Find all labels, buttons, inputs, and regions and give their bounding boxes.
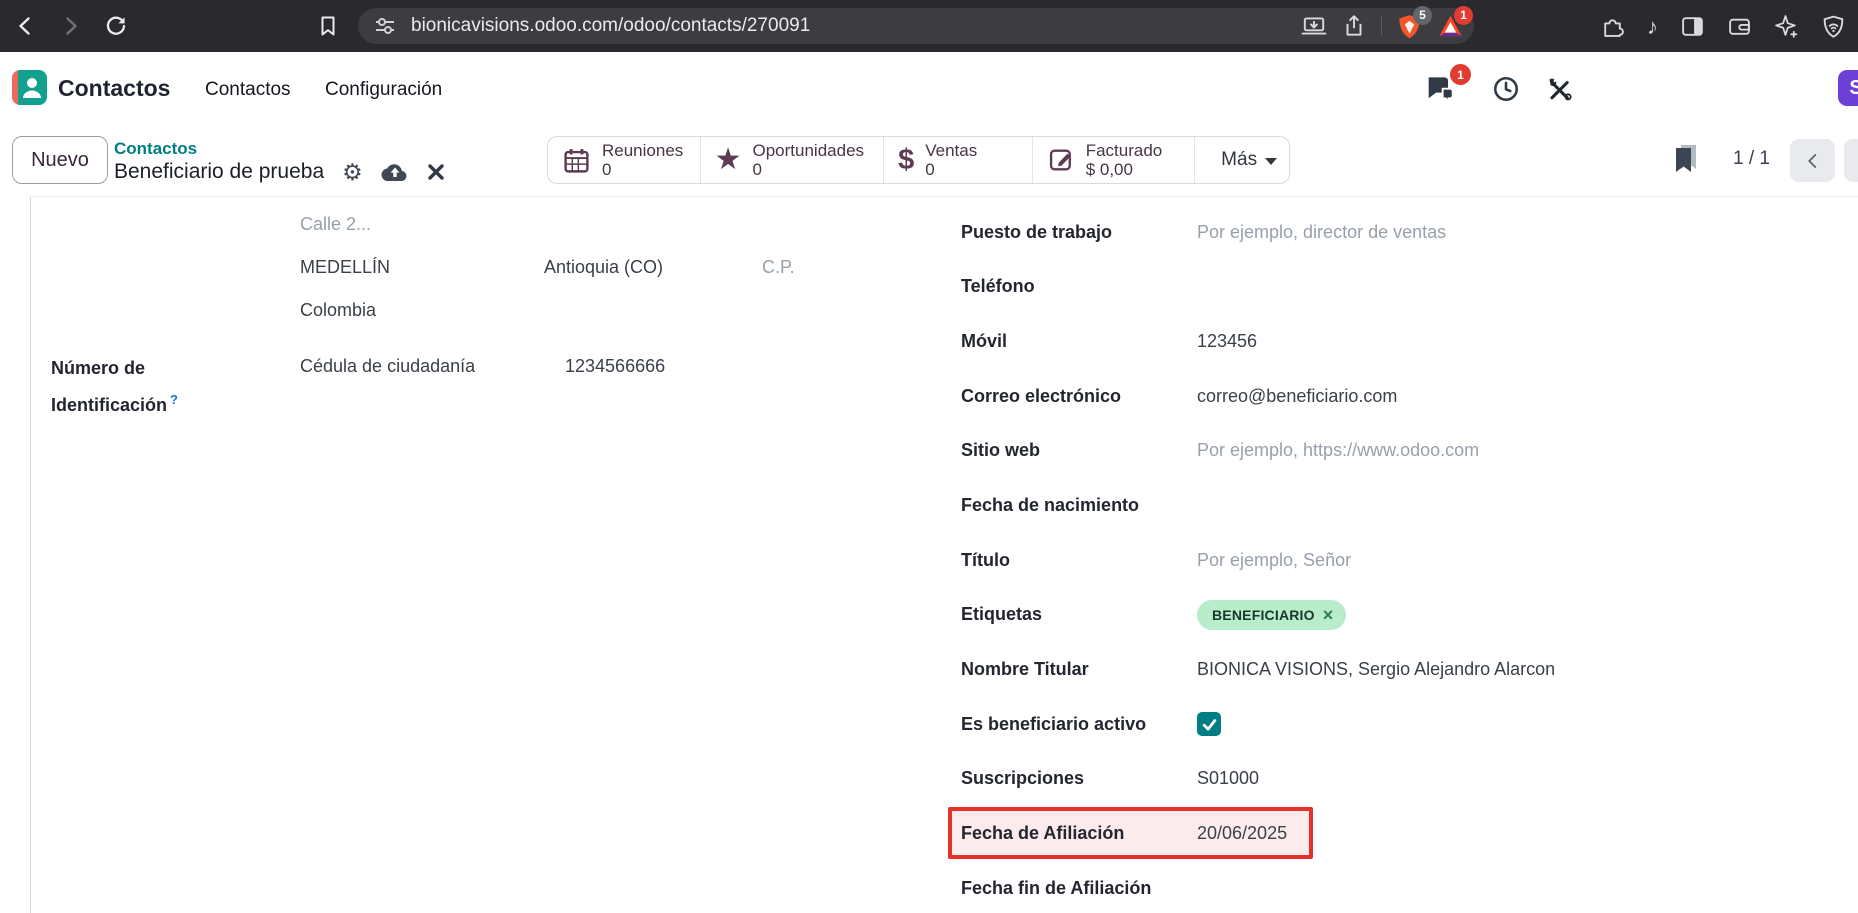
email-field[interactable]: correo@beneficiario.com: [1197, 386, 1397, 407]
gear-icon[interactable]: ⚙: [342, 161, 363, 184]
odoo-app-bar: Contactos Contactos Configuración 1 Fund…: [0, 52, 1858, 125]
site-settings-icon[interactable]: [373, 14, 397, 38]
field-row-title: Título Por ejemplo, Señor: [948, 533, 1848, 588]
id-number-field[interactable]: 1234566666: [565, 356, 665, 377]
activities-clock-icon[interactable]: [1492, 75, 1520, 103]
brave-shield-icon[interactable]: 5: [1396, 13, 1423, 40]
new-button[interactable]: Nuevo: [12, 136, 108, 184]
pager-count: 1 / 1: [1733, 148, 1770, 170]
extensions-icon[interactable]: [1600, 14, 1625, 39]
more-button[interactable]: Más: [1195, 137, 1289, 183]
id-number-label: Número de Identificación?: [51, 352, 178, 421]
check-icon: [1201, 716, 1218, 733]
breadcrumb-parent[interactable]: Contactos: [114, 139, 197, 159]
job-field[interactable]: Por ejemplo, director de ventas: [1197, 222, 1446, 243]
affiliation-date-highlight: Fecha de Afiliación 20/06/2025: [948, 807, 1313, 859]
street-field[interactable]: Calle 2...: [300, 214, 371, 235]
url-bar[interactable]: bionicavisions.odoo.com/odoo/contacts/27…: [358, 8, 1474, 44]
app-title: Contactos: [58, 75, 170, 102]
user-avatar[interactable]: S: [1838, 70, 1858, 106]
stat-oportunidades[interactable]: ★ Oportunidades 0: [701, 137, 885, 183]
field-row-affiliation-end-date: Fecha fin de Afiliación: [948, 861, 1848, 913]
country-field[interactable]: Colombia: [300, 300, 376, 321]
stat-button-group: Reuniones 0 ★ Oportunidades 0 $ Ventas 0: [547, 136, 1290, 184]
tag-remove-icon[interactable]: ×: [1323, 606, 1334, 624]
brave-rewards-icon[interactable]: 1: [1437, 13, 1464, 40]
zip-field[interactable]: C.P.: [762, 257, 795, 278]
back-icon[interactable]: [14, 14, 38, 38]
field-row-subscriptions: Suscripciones S01000: [948, 751, 1848, 806]
stat-facturado[interactable]: Facturado $ 0,00: [1033, 137, 1196, 183]
city-field[interactable]: MEDELLÍN: [300, 257, 390, 278]
field-row-website: Sitio web Por ejemplo, https://www.odoo.…: [948, 424, 1848, 479]
field-row-mobile: Móvil 123456: [948, 314, 1848, 369]
share-icon[interactable]: [1341, 13, 1367, 39]
field-row-phone: Teléfono: [948, 260, 1848, 315]
invoice-icon: [1047, 146, 1075, 174]
record-title[interactable]: Beneficiario de prueba: [114, 160, 324, 184]
browser-toolbar: bionicavisions.odoo.com/odoo/contacts/27…: [0, 0, 1858, 52]
mobile-field[interactable]: 123456: [1197, 331, 1257, 352]
field-row-holder-name: Nombre Titular BIONICA VISIONS, Sergio A…: [948, 642, 1848, 697]
send-to-device-icon[interactable]: [1301, 13, 1327, 39]
menu-contactos[interactable]: Contactos: [205, 79, 291, 101]
pager-previous-button[interactable]: [1790, 139, 1835, 182]
pill-divider: [1381, 16, 1382, 36]
reload-icon[interactable]: [104, 14, 128, 38]
pager-next-button[interactable]: [1844, 139, 1858, 182]
tag-beneficiario[interactable]: BENEFICIARIO ×: [1197, 600, 1346, 630]
bookmark-icon[interactable]: [316, 14, 340, 38]
star-icon: ★: [715, 145, 742, 175]
calendar-icon: [562, 146, 591, 175]
field-row-job: Puesto de trabajo Por ejemplo, director …: [948, 205, 1848, 260]
sidebar-icon[interactable]: [1680, 14, 1705, 39]
media-control-icon[interactable]: ♪: [1647, 15, 1658, 39]
contacts-app-icon[interactable]: [12, 70, 47, 105]
rewards-badge: 1: [1454, 6, 1473, 25]
active-beneficiary-checkbox[interactable]: [1197, 712, 1221, 736]
field-row-tags: Etiquetas BENEFICIARIO ×: [948, 587, 1848, 642]
forward-icon[interactable]: [58, 14, 82, 38]
stat-ventas[interactable]: $ Ventas 0: [884, 137, 1033, 183]
field-row-affiliation-date: Fecha de Afiliación 20/06/2025: [948, 806, 1848, 861]
url-text[interactable]: bionicavisions.odoo.com/odoo/contacts/27…: [411, 15, 810, 37]
shield-badge: 5: [1413, 6, 1432, 25]
chevron-down-icon: [1265, 158, 1277, 165]
vpn-shield-icon[interactable]: [1821, 14, 1846, 39]
dollar-icon: $: [898, 146, 914, 175]
cloud-upload-icon[interactable]: [381, 161, 409, 183]
id-type-select[interactable]: Cédula de ciudadanía: [300, 356, 475, 377]
favorite-bookmark-icon[interactable]: [1672, 143, 1700, 173]
menu-configuracion[interactable]: Configuración: [325, 79, 442, 101]
field-row-birthdate: Fecha de nacimiento: [948, 478, 1848, 533]
leo-ai-icon[interactable]: [1774, 14, 1799, 39]
discard-x-icon[interactable]: [427, 163, 445, 181]
affiliation-date-field[interactable]: 20/06/2025: [1197, 823, 1287, 844]
help-icon[interactable]: ?: [170, 392, 178, 407]
field-row-email: Correo electrónico correo@beneficiario.c…: [948, 369, 1848, 424]
field-row-active-beneficiary: Es beneficiario activo: [948, 697, 1848, 752]
website-field[interactable]: Por ejemplo, https://www.odoo.com: [1197, 440, 1479, 461]
holder-name-field[interactable]: BIONICA VISIONS, Sergio Alejandro Alarco…: [1197, 659, 1555, 680]
sheet-top-border: [30, 196, 1858, 197]
wallet-icon[interactable]: [1727, 14, 1752, 39]
state-field[interactable]: Antioquia (CO): [544, 257, 663, 278]
messages-badge: 1: [1450, 64, 1471, 85]
stat-reuniones[interactable]: Reuniones 0: [548, 137, 701, 183]
form-right-column: Puesto de trabajo Por ejemplo, director …: [948, 205, 1848, 913]
sheet-left-border: [30, 196, 31, 913]
subscriptions-field[interactable]: S01000: [1197, 768, 1259, 789]
control-bar: Nuevo Contactos Beneficiario de prueba ⚙: [0, 125, 1858, 196]
title-field[interactable]: Por ejemplo, Señor: [1197, 550, 1351, 571]
tools-icon[interactable]: [1545, 75, 1573, 103]
